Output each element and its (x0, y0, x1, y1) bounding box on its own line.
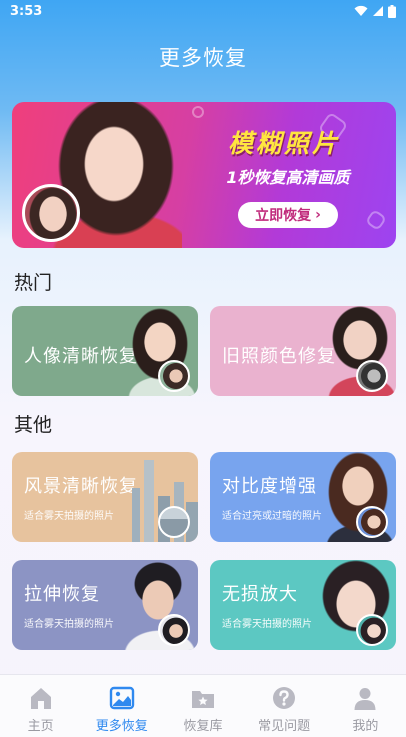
question-icon (273, 687, 296, 709)
promo-banner[interactable]: 模糊照片 1秒恢复高清画质 立即恢复 › (12, 102, 396, 248)
card-title: 无损放大 (222, 584, 298, 605)
tab-mine[interactable]: 我的 (325, 675, 405, 737)
section-title-other: 其他 (14, 414, 53, 436)
stretch-thumb (158, 614, 190, 646)
card-stretch-restore[interactable]: 拉伸恢复 适合雾天拍摄的照片 (12, 560, 198, 650)
restore-now-button[interactable]: 立即恢复 › (238, 202, 338, 228)
home-icon (30, 688, 51, 709)
battery-icon (388, 4, 396, 18)
card-portrait-restore[interactable]: 人像清晰恢复 (12, 306, 198, 396)
chevron-right-icon: › (315, 207, 321, 223)
card-desc: 适合雾天拍摄的照片 (24, 511, 114, 522)
status-time: 3:53 (10, 3, 43, 19)
contrast-thumb (356, 506, 388, 538)
banner-title: 模糊照片 (227, 129, 340, 158)
old-photo-thumb (356, 360, 388, 392)
upscale-thumb (356, 614, 388, 646)
card-desc: 适合雾天拍摄的照片 (24, 619, 114, 630)
portrait-thumb (158, 360, 190, 392)
image-icon (109, 686, 134, 710)
signal-icon (373, 6, 383, 16)
card-old-photo-color[interactable]: 旧照颜色修复 (210, 306, 396, 396)
card-desc: 适合过亮或过暗的照片 (222, 511, 322, 522)
landscape-thumb (158, 506, 190, 538)
wifi-icon (354, 5, 368, 16)
banner-subtitle: 1秒恢复高清画质 (226, 168, 350, 187)
restore-now-label: 立即恢复 (255, 208, 312, 224)
folder-star-icon (191, 691, 214, 708)
bottom-tab-bar: 主页 更多恢复 恢复库 常见问题 我的 (0, 674, 406, 737)
status-bar: 3:53 (0, 0, 406, 22)
banner-decoration (189, 103, 207, 121)
tab-label: 常见问题 (258, 719, 311, 734)
tab-label: 更多恢复 (95, 719, 148, 734)
page-title: 更多恢复 (159, 46, 247, 70)
tab-label: 恢复库 (183, 719, 223, 734)
card-title: 对比度增强 (222, 476, 317, 497)
tab-label: 我的 (352, 719, 379, 734)
user-icon (354, 688, 376, 710)
tab-home[interactable]: 主页 (1, 675, 81, 737)
card-title: 拉伸恢复 (24, 584, 100, 605)
status-icons (354, 4, 396, 18)
tab-label: 主页 (27, 719, 54, 734)
tab-faq[interactable]: 常见问题 (244, 675, 324, 737)
banner-decoration (364, 208, 388, 232)
section-title-hot: 热门 (14, 272, 53, 294)
card-landscape-restore[interactable]: 风景清晰恢复 适合雾天拍摄的照片 (12, 452, 198, 542)
tab-more-restore[interactable]: 更多恢复 (82, 675, 162, 737)
card-contrast-enhance[interactable]: 对比度增强 适合过亮或过暗的照片 (210, 452, 396, 542)
tab-restore-library[interactable]: 恢复库 (163, 675, 243, 737)
banner-blurred-thumb (22, 184, 80, 242)
card-lossless-upscale[interactable]: 无损放大 适合雾天拍摄的照片 (210, 560, 396, 650)
card-desc: 适合雾天拍摄的照片 (222, 619, 312, 630)
